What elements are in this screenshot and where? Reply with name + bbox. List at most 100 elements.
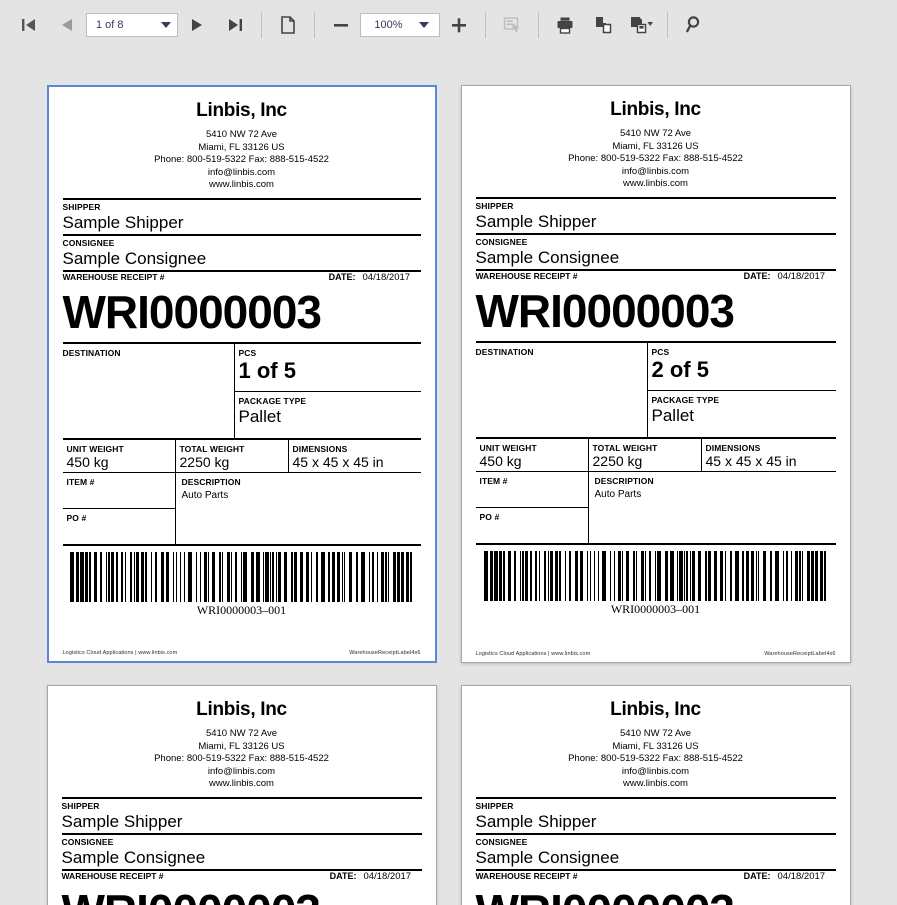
last-page-icon (229, 19, 242, 31)
shipper-value: Sample Shipper (475, 811, 597, 831)
toolbar-divider (667, 12, 668, 38)
total-weight-label: TOTAL WEIGHT (592, 442, 658, 453)
pcs-value: 1 of 5 (238, 357, 296, 383)
address-line-2: Miami, FL 33126 US (198, 740, 285, 752)
toolbar-divider (485, 12, 486, 38)
destination-value (63, 358, 234, 359)
address-line-1: 5410 NW 72 Ave (205, 129, 278, 140)
next-page-button[interactable] (178, 8, 216, 42)
export-button[interactable] (622, 8, 660, 42)
previous-page-button[interactable] (48, 8, 86, 42)
label-card[interactable]: Linbis, Inc 5410 NW 72 Ave Miami, FL 331… (46, 85, 437, 663)
label-card[interactable]: Linbis, Inc 5410 NW 72 Ave Miami, FL 331… (46, 685, 437, 905)
destination-pcs-block: DESTINATION PCS 2 of 5 PACKAGE TYPE Pall… (475, 340, 836, 437)
toolbar-divider (261, 12, 262, 38)
destination-cell: DESTINATION (476, 342, 648, 437)
barcode-block: WRI0000003–001 (475, 542, 836, 648)
footer-left-text: Logistics Cloud Applications | www.linbi… (62, 650, 178, 656)
search-button[interactable] (675, 8, 713, 42)
po-cell: PO # (476, 508, 588, 543)
address-line-3: Phone: 800-519-5322 Fax: 888-515-4522 (154, 753, 329, 764)
toolbar-divider (538, 12, 539, 38)
page-fit-button[interactable] (269, 8, 307, 42)
description-value: Auto Parts (594, 488, 642, 500)
receipt-number-value: WRI0000003 (62, 285, 323, 338)
destination-value (476, 357, 647, 358)
select-tool-button[interactable] (493, 8, 531, 42)
zoom-in-button[interactable] (440, 8, 478, 42)
pcs-label: PCS (651, 346, 670, 357)
description-cell: DESCRIPTION Auto Parts (176, 473, 421, 544)
address-line-5: www.linbis.com (623, 778, 688, 789)
copy-button[interactable] (584, 8, 622, 42)
address-line-5: www.linbis.com (209, 179, 274, 190)
address-line-2: Miami, FL 33126 US (612, 140, 699, 152)
shipper-value: Sample Shipper (62, 212, 184, 232)
address-line-3: Phone: 800-519-5322 Fax: 888-515-4522 (568, 153, 743, 164)
page-number-select[interactable]: 1 of 8 (86, 13, 178, 37)
receipt-date-row: WAREHOUSE RECEIPT # DATE: 04/18/2017 (63, 272, 421, 283)
unit-weight-value: 450 kg (479, 452, 522, 469)
shipper-label: SHIPPER (61, 800, 100, 811)
first-page-icon (22, 19, 35, 31)
barcode-image (69, 551, 412, 602)
dimensions-value: 45 x 45 x 45 in (292, 453, 384, 470)
barcode-text: WRI0000003–001 (610, 601, 701, 616)
print-button[interactable] (546, 8, 584, 42)
consignee-value: Sample Consignee (62, 248, 207, 268)
shipper-label: SHIPPER (475, 200, 514, 211)
company-address: 5410 NW 72 Ave Miami, FL 33126 US Phone:… (63, 129, 421, 192)
package-type-label: PACKAGE TYPE (238, 395, 307, 406)
shipper-value: Sample Shipper (475, 211, 597, 231)
package-type-cell: PACKAGE TYPE Pallet (235, 392, 421, 438)
label-row: Linbis, Inc 5410 NW 72 Ave Miami, FL 331… (0, 85, 897, 663)
receipt-number-label: WAREHOUSE RECEIPT # (61, 870, 164, 881)
print-icon (557, 17, 573, 34)
company-address: 5410 NW 72 Ave Miami, FL 33126 US Phone:… (476, 728, 836, 791)
address-line-4: info@linbis.com (621, 165, 690, 177)
address-line-3: Phone: 800-519-5322 Fax: 888-515-4522 (568, 753, 743, 764)
consignee-label: CONSIGNEE (62, 237, 115, 248)
total-weight-value: 2250 kg (179, 453, 230, 470)
company-name: Linbis, Inc (610, 699, 701, 720)
label-card[interactable]: Linbis, Inc 5410 NW 72 Ave Miami, FL 331… (460, 685, 851, 905)
zoom-in-icon (452, 18, 466, 33)
description-label: DESCRIPTION (594, 475, 654, 486)
last-page-button[interactable] (216, 8, 254, 42)
company-name: Linbis, Inc (196, 100, 287, 121)
zoom-out-button[interactable] (322, 8, 360, 42)
label-card[interactable]: Linbis, Inc 5410 NW 72 Ave Miami, FL 331… (460, 85, 851, 663)
document-viewport[interactable]: Linbis, Inc 5410 NW 72 Ave Miami, FL 331… (0, 50, 897, 905)
unit-weight-value: 450 kg (66, 453, 109, 470)
receipt-number-label: WAREHOUSE RECEIPT # (475, 870, 578, 881)
barcode-block: WRI0000003–001 (62, 543, 421, 647)
date-value: 04/18/2017 (363, 870, 412, 882)
address-line-3: Phone: 800-519-5322 Fax: 888-515-4522 (154, 154, 329, 165)
receipt-number-value: WRI0000003 (62, 882, 422, 905)
address-line-5: www.linbis.com (209, 778, 274, 789)
unit-weight-label: UNIT WEIGHT (479, 442, 537, 453)
first-page-button[interactable] (10, 8, 48, 42)
date-value: 04/18/2017 (362, 271, 411, 283)
pages-container: Linbis, Inc 5410 NW 72 Ave Miami, FL 331… (0, 50, 897, 905)
po-cell: PO # (63, 509, 175, 544)
consignee-value: Sample Consignee (475, 247, 620, 267)
package-type-label: PACKAGE TYPE (651, 394, 720, 405)
select-tool-icon (503, 17, 520, 33)
pcs-cell: PCS 2 of 5 (647, 343, 836, 391)
description-value: Auto Parts (181, 489, 229, 501)
label-footer: Logistics Cloud Applications | www.linbi… (476, 647, 836, 662)
dimensions-cell: DIMENSIONS 45 x 45 x 45 in (289, 440, 421, 472)
item-label: ITEM # (479, 475, 508, 486)
address-line-2: Miami, FL 33126 US (612, 740, 699, 752)
consignee-label: CONSIGNEE (475, 236, 528, 247)
address-line-1: 5410 NW 72 Ave (205, 728, 278, 739)
company-address: 5410 NW 72 Ave Miami, FL 33126 US Phone:… (62, 728, 422, 791)
export-save-icon (631, 17, 653, 34)
destination-pcs-block: DESTINATION PCS 1 of 5 PACKAGE TYPE Pall… (62, 341, 421, 438)
chevron-down-icon (418, 22, 429, 28)
address-line-1: 5410 NW 72 Ave (619, 128, 692, 139)
po-label: PO # (479, 511, 500, 522)
page-indicator-text: 1 of 8 (96, 19, 124, 31)
zoom-level-select[interactable]: 100% (360, 13, 440, 37)
